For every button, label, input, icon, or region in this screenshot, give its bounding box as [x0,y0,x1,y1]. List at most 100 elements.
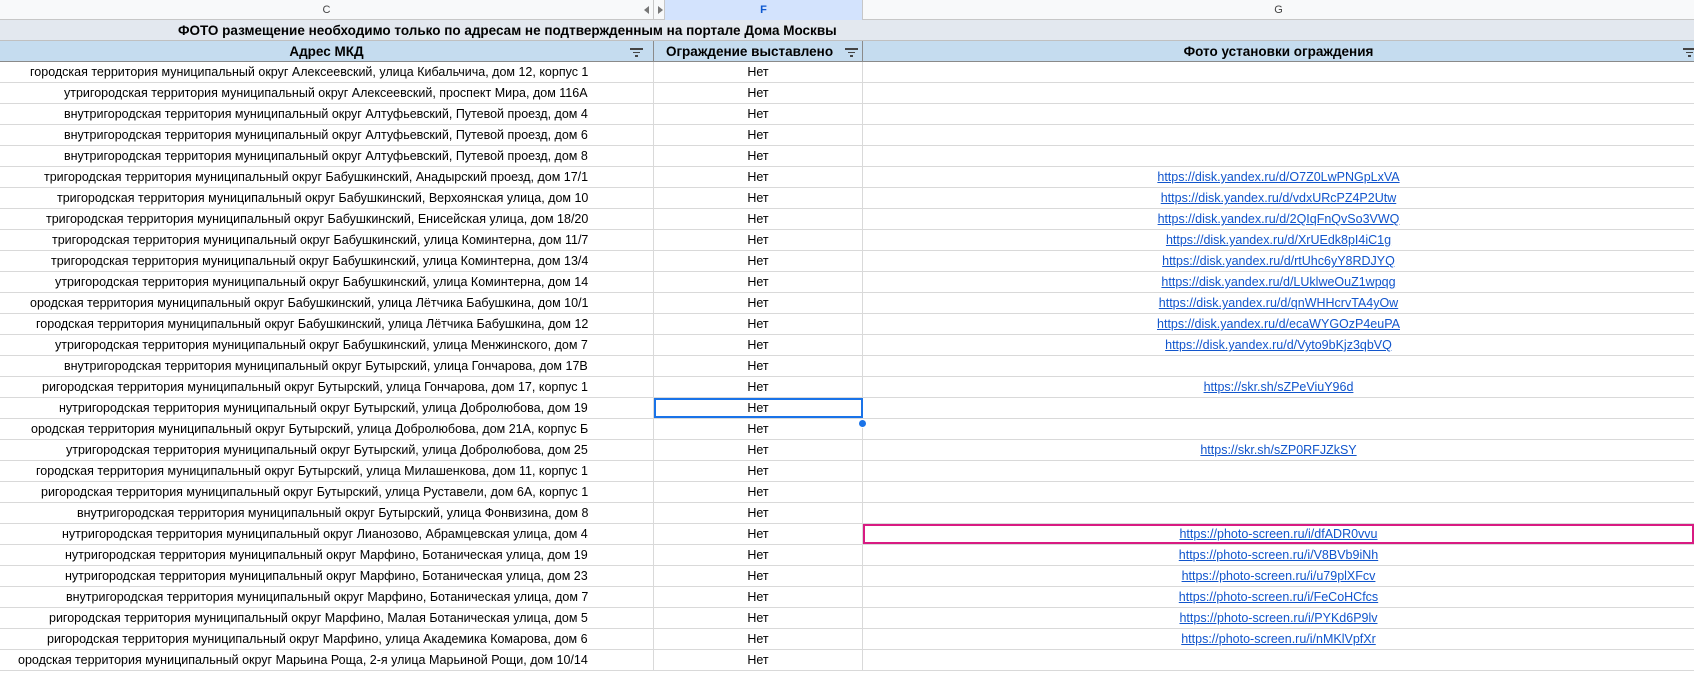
fence-cell[interactable]: Нет [654,209,863,229]
fence-cell[interactable]: Нет [654,587,863,607]
fence-cell[interactable]: Нет [654,314,863,334]
fence-cell[interactable]: Нет [654,125,863,145]
column-header-f[interactable]: F [664,0,863,20]
address-cell[interactable]: внутригородская территория муниципальный… [0,125,654,145]
photo-cell[interactable] [863,356,1694,376]
fence-cell[interactable]: Нет [654,503,863,523]
address-cell[interactable]: городская территория муниципальный округ… [0,461,654,481]
photo-cell[interactable]: https://disk.yandex.ru/d/ecaWYGOzP4euPA [863,314,1694,334]
address-cell[interactable]: ригородская территория муниципальный окр… [0,377,654,397]
photo-cell[interactable]: https://disk.yandex.ru/d/2QIqFnQvSo3VWQ [863,209,1694,229]
photo-cell[interactable] [863,461,1694,481]
address-cell[interactable]: городская территория муниципальный округ… [0,62,654,82]
fence-cell[interactable]: Нет [654,356,863,376]
photo-cell[interactable]: https://skr.sh/sZP0RFJZkSY [863,440,1694,460]
address-cell[interactable]: ригородская территория муниципальный окр… [0,629,654,649]
address-cell[interactable]: нутригородская территория муниципальный … [0,545,654,565]
photo-link[interactable]: https://skr.sh/sZPeViuY96d [1204,380,1354,394]
photo-cell[interactable] [863,419,1694,439]
column-header-c[interactable]: C [0,0,654,20]
photo-cell[interactable]: https://photo-screen.ru/i/V8BVb9iNh [863,545,1694,565]
title-row[interactable]: ФОТО размещение необходимо только по адр… [0,20,1694,41]
photo-cell[interactable]: https://photo-screen.ru/i/dfADR0vvu [863,524,1694,544]
photo-link[interactable]: https://disk.yandex.ru/d/vdxURcPZ4P2Utw [1161,191,1397,205]
photo-cell[interactable]: https://disk.yandex.ru/d/vdxURcPZ4P2Utw [863,188,1694,208]
photo-link[interactable]: https://photo-screen.ru/i/FeCoHCfcs [1179,590,1378,604]
photo-cell[interactable] [863,62,1694,82]
fence-cell[interactable]: Нет [654,377,863,397]
fence-cell[interactable]: Нет [654,524,863,544]
address-cell[interactable]: внутригородская территория муниципальный… [0,503,654,523]
address-cell[interactable]: тригородская территория муниципальный ок… [0,230,654,250]
photo-cell[interactable] [863,398,1694,418]
address-cell[interactable]: ригородская территория муниципальный окр… [0,482,654,502]
photo-cell[interactable]: https://disk.yandex.ru/d/rtUhc6yY8RDJYQ [863,251,1694,271]
address-cell[interactable]: внутригородская территория муниципальный… [0,146,654,166]
address-cell[interactable]: утригородская территория муниципальный о… [0,272,654,292]
fence-header[interactable]: Ограждение выставлено [654,41,863,62]
address-cell[interactable]: утригородская территория муниципальный о… [0,83,654,103]
fence-cell[interactable]: Нет [654,293,863,313]
photo-link[interactable]: https://disk.yandex.ru/d/LUklweOuZ1wpqg [1161,275,1395,289]
fence-cell[interactable]: Нет [654,251,863,271]
address-cell[interactable]: тригородская территория муниципальный ок… [0,188,654,208]
fence-cell[interactable]: Нет [654,104,863,124]
photo-cell[interactable]: https://skr.sh/sZPeViuY96d [863,377,1694,397]
photo-link[interactable]: https://disk.yandex.ru/d/XrUEdk8pI4iC1g [1166,233,1391,247]
photo-link[interactable]: https://photo-screen.ru/i/dfADR0vvu [1179,527,1377,541]
hidden-columns-right-arrow-icon[interactable] [658,6,663,14]
filter-icon[interactable] [845,47,858,57]
address-cell[interactable]: ородская территория муниципальный округ … [0,650,654,670]
address-cell[interactable]: ригородская территория муниципальный окр… [0,608,654,628]
photo-link[interactable]: https://disk.yandex.ru/d/qnWHHcrvTA4yOw [1159,296,1398,310]
photo-cell[interactable]: https://photo-screen.ru/i/u79plXFcv [863,566,1694,586]
address-cell[interactable]: утригородская территория муниципальный о… [0,335,654,355]
address-cell[interactable]: городская территория муниципальный округ… [0,314,654,334]
selection-fill-handle[interactable] [858,419,867,428]
photo-cell[interactable]: https://disk.yandex.ru/d/LUklweOuZ1wpqg [863,272,1694,292]
photo-cell[interactable]: https://disk.yandex.ru/d/qnWHHcrvTA4yOw [863,293,1694,313]
column-header-g[interactable]: G [863,0,1694,20]
photo-cell[interactable] [863,146,1694,166]
address-cell[interactable]: нутригородская территория муниципальный … [0,398,654,418]
fence-cell[interactable]: Нет [654,608,863,628]
photo-cell[interactable]: https://photo-screen.ru/i/nMKlVpfXr [863,629,1694,649]
address-header[interactable]: Адрес МКД [0,41,654,62]
photo-cell[interactable] [863,503,1694,523]
hidden-columns-left-arrow-icon[interactable] [644,6,649,14]
photo-link[interactable]: https://skr.sh/sZP0RFJZkSY [1200,443,1356,457]
fence-cell[interactable]: Нет [654,545,863,565]
photo-cell[interactable] [863,83,1694,103]
filter-icon[interactable] [1683,47,1694,57]
photo-cell[interactable]: https://disk.yandex.ru/d/XrUEdk8pI4iC1g [863,230,1694,250]
photo-cell[interactable]: https://photo-screen.ru/i/FeCoHCfcs [863,587,1694,607]
address-cell[interactable]: внутригородская территория муниципальный… [0,356,654,376]
fence-cell[interactable]: Нет [654,146,863,166]
address-cell[interactable]: ородская территория муниципальный округ … [0,419,654,439]
address-cell[interactable]: тригородская территория муниципальный ок… [0,209,654,229]
address-cell[interactable]: нутригородская территория муниципальный … [0,566,654,586]
address-cell[interactable]: утригородская территория муниципальный о… [0,440,654,460]
address-cell[interactable]: тригородская территория муниципальный ок… [0,251,654,271]
photo-cell[interactable]: https://disk.yandex.ru/d/Vyto9bKjz3qbVQ [863,335,1694,355]
fence-cell[interactable]: Нет [654,62,863,82]
photo-link[interactable]: https://disk.yandex.ru/d/ecaWYGOzP4euPA [1157,317,1400,331]
photo-link[interactable]: https://disk.yandex.ru/d/2QIqFnQvSo3VWQ [1158,212,1400,226]
photo-cell[interactable] [863,125,1694,145]
fence-cell[interactable]: Нет [654,440,863,460]
photo-link[interactable]: https://photo-screen.ru/i/u79plXFcv [1182,569,1376,583]
fence-cell[interactable]: Нет [654,461,863,481]
photo-cell[interactable]: https://photo-screen.ru/i/PYKd6P9lv [863,608,1694,628]
fence-cell[interactable]: Нет [654,566,863,586]
fence-cell[interactable]: Нет [654,83,863,103]
photo-link[interactable]: https://disk.yandex.ru/d/Vyto9bKjz3qbVQ [1165,338,1392,352]
photo-cell[interactable] [863,104,1694,124]
address-cell[interactable]: ородская территория муниципальный округ … [0,293,654,313]
fence-cell[interactable]: Нет [654,167,863,187]
address-cell[interactable]: внутригородская территория муниципальный… [0,104,654,124]
photo-header[interactable]: Фото установки ограждения [863,41,1694,62]
fence-cell[interactable]: Нет [654,230,863,250]
address-cell[interactable]: нутригородская территория муниципальный … [0,524,654,544]
photo-link[interactable]: https://photo-screen.ru/i/nMKlVpfXr [1181,632,1376,646]
photo-link[interactable]: https://photo-screen.ru/i/PYKd6P9lv [1179,611,1377,625]
